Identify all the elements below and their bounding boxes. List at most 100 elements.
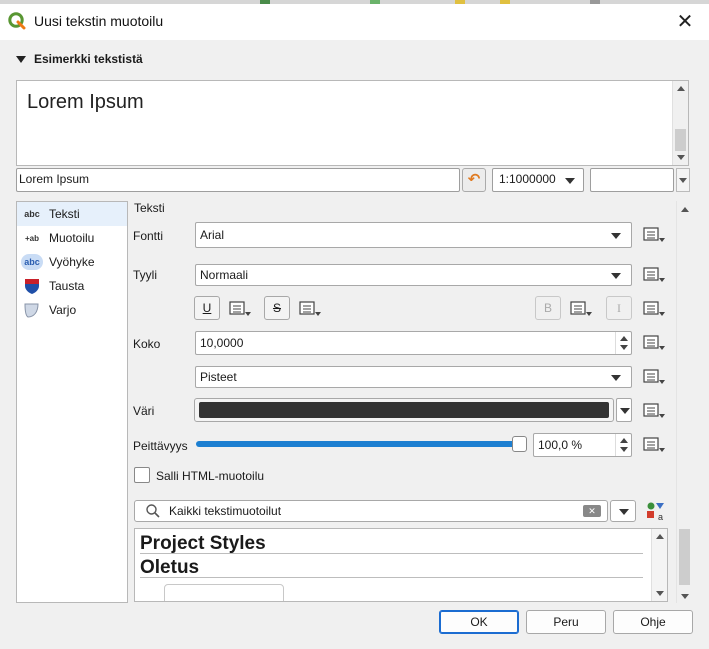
abc-text-icon: abc bbox=[24, 209, 40, 219]
data-defined-override-icon[interactable] bbox=[642, 434, 668, 456]
formatting-icon: +ab bbox=[24, 233, 39, 243]
color-menu-button[interactable] bbox=[616, 398, 632, 422]
style-filter-dropdown[interactable] bbox=[610, 500, 636, 522]
size-spinbox[interactable]: 10,0000 bbox=[195, 331, 632, 355]
scroll-down-icon[interactable] bbox=[677, 155, 685, 160]
text-preview: Lorem Ipsum bbox=[16, 80, 689, 166]
nav-item-muotoilu[interactable]: +ab Muotoilu bbox=[17, 226, 127, 250]
strikethrough-button[interactable]: S bbox=[264, 296, 290, 320]
scale-combo[interactable]: 1:1000000 bbox=[492, 168, 584, 192]
style-label: Tyyli bbox=[133, 268, 157, 282]
background-shield-icon bbox=[21, 278, 43, 294]
preview-background-combo[interactable] bbox=[590, 168, 674, 192]
ok-button[interactable]: OK bbox=[439, 610, 519, 634]
style-list: Project Styles Oletus bbox=[134, 528, 668, 602]
data-defined-override-icon[interactable] bbox=[298, 298, 324, 320]
pane-title: Teksti bbox=[134, 201, 165, 215]
scroll-thumb[interactable] bbox=[679, 529, 690, 585]
size-unit-combo[interactable]: Pisteet bbox=[195, 366, 632, 388]
window-title: Uusi tekstin muotoilu bbox=[34, 13, 164, 29]
reset-preview-button[interactable]: ↶ bbox=[462, 168, 486, 192]
data-defined-override-icon[interactable] bbox=[642, 264, 668, 286]
close-button[interactable]: ✕ bbox=[670, 8, 700, 36]
scroll-up-icon[interactable] bbox=[681, 207, 689, 212]
font-value: Arial bbox=[200, 228, 225, 242]
search-icon bbox=[145, 503, 161, 522]
opacity-slider-handle[interactable] bbox=[512, 436, 527, 452]
svg-text:a: a bbox=[658, 512, 663, 522]
scroll-down-icon[interactable] bbox=[681, 594, 689, 599]
panel-scrollbar[interactable] bbox=[676, 201, 692, 603]
preview-text-input[interactable]: Lorem Ipsum bbox=[16, 168, 460, 192]
nav-item-label: Varjo bbox=[49, 303, 77, 317]
search-placeholder: Kaikki tekstimuotoilut bbox=[169, 504, 282, 518]
scale-value: 1:1000000 bbox=[499, 172, 556, 186]
nav-item-varjo[interactable]: Varjo bbox=[17, 298, 127, 322]
style-group-heading[interactable]: Oletus bbox=[140, 557, 199, 579]
chevron-down-icon bbox=[619, 509, 629, 515]
style-manager-icon[interactable]: a bbox=[644, 499, 668, 523]
scroll-up-icon[interactable] bbox=[656, 534, 664, 539]
qgis-logo-icon bbox=[8, 12, 26, 30]
bold-button[interactable]: B bbox=[535, 296, 561, 320]
style-thumbnail[interactable] bbox=[164, 584, 284, 601]
shadow-icon bbox=[21, 302, 43, 318]
underline-button[interactable]: U bbox=[194, 296, 220, 320]
chevron-down-icon bbox=[611, 375, 621, 381]
unit-value: Pisteet bbox=[200, 370, 237, 384]
preview-scrollbar[interactable] bbox=[672, 81, 688, 165]
data-defined-override-icon[interactable] bbox=[642, 366, 668, 388]
font-label: Fontti bbox=[133, 229, 164, 243]
close-icon: ✕ bbox=[676, 11, 694, 33]
allow-html-checkbox[interactable] bbox=[134, 467, 150, 483]
nav-item-label: Muotoilu bbox=[49, 231, 95, 245]
chevron-down-icon bbox=[620, 408, 630, 414]
help-button[interactable]: Ohje bbox=[613, 610, 693, 634]
italic-button[interactable]: I bbox=[606, 296, 632, 320]
color-swatch bbox=[199, 402, 609, 418]
data-defined-override-icon[interactable] bbox=[642, 224, 668, 246]
nav-item-tausta[interactable]: Tausta bbox=[17, 274, 127, 298]
style-nav-list: abc Teksti +ab Muotoilu abc Vyöhyke Taus… bbox=[16, 201, 128, 603]
nav-item-teksti[interactable]: abc Teksti bbox=[17, 202, 127, 226]
size-label: Koko bbox=[133, 337, 161, 351]
nav-item-label: Tausta bbox=[49, 279, 85, 293]
opacity-slider-track[interactable] bbox=[196, 441, 516, 447]
buffer-icon: abc bbox=[21, 254, 43, 270]
allow-html-label: Salli HTML-muotoilu bbox=[156, 469, 265, 483]
size-value: 10,0000 bbox=[200, 336, 244, 350]
preview-sample-text: Lorem Ipsum bbox=[27, 91, 144, 113]
style-list-scrollbar[interactable] bbox=[651, 529, 667, 601]
opacity-spin-arrows[interactable] bbox=[615, 434, 631, 456]
font-combo[interactable]: Arial bbox=[195, 222, 632, 248]
opacity-spinbox[interactable]: 100,0 % bbox=[533, 433, 632, 457]
preview-section-toggle[interactable]: Esimerkki tekstistä bbox=[12, 52, 692, 72]
color-button[interactable] bbox=[194, 398, 614, 422]
scroll-thumb[interactable] bbox=[675, 129, 686, 151]
preview-spin-button[interactable] bbox=[676, 168, 690, 192]
size-spin-arrows[interactable] bbox=[615, 332, 631, 354]
nav-item-label: Vyöhyke bbox=[49, 255, 95, 269]
preview-section-label: Esimerkki tekstistä bbox=[34, 52, 143, 66]
style-search-input[interactable]: Kaikki tekstimuotoilut ✕ bbox=[134, 500, 608, 522]
style-combo[interactable]: Normaali bbox=[195, 264, 632, 286]
cancel-button[interactable]: Peru bbox=[526, 610, 606, 634]
nav-item-vyohyke[interactable]: abc Vyöhyke bbox=[17, 250, 127, 274]
data-defined-override-icon[interactable] bbox=[228, 298, 254, 320]
color-label: Väri bbox=[133, 404, 155, 418]
opacity-value: 100,0 % bbox=[538, 438, 583, 452]
scroll-down-icon[interactable] bbox=[656, 591, 664, 596]
data-defined-override-icon[interactable] bbox=[642, 332, 668, 354]
chevron-down-icon bbox=[611, 233, 621, 239]
data-defined-override-icon[interactable] bbox=[569, 298, 595, 320]
data-defined-override-icon[interactable] bbox=[642, 298, 668, 320]
clear-search-icon[interactable]: ✕ bbox=[583, 505, 601, 517]
nav-item-label: Teksti bbox=[49, 207, 80, 221]
style-group-heading[interactable]: Project Styles bbox=[140, 533, 266, 555]
opacity-label: Peittävyys bbox=[133, 439, 188, 453]
title-bar: Uusi tekstin muotoilu ✕ bbox=[0, 4, 709, 40]
divider bbox=[140, 577, 643, 578]
chevron-down-icon bbox=[611, 273, 621, 279]
scroll-up-icon[interactable] bbox=[677, 86, 685, 91]
data-defined-override-icon[interactable] bbox=[642, 400, 668, 422]
